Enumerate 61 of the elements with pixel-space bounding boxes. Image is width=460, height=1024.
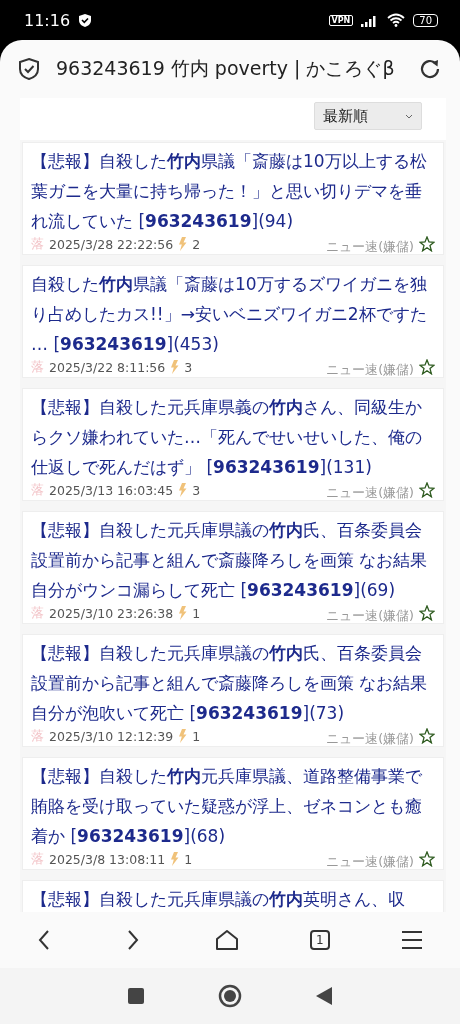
home-button[interactable] bbox=[218, 984, 242, 1008]
fallen-label: 落 bbox=[31, 235, 44, 253]
star-icon[interactable] bbox=[419, 851, 435, 867]
boost-count: 3 bbox=[192, 482, 201, 498]
back-icon[interactable] bbox=[37, 929, 52, 951]
board-name: ニュー速(嫌儲) bbox=[326, 238, 414, 256]
fallen-label: 落 bbox=[31, 481, 44, 499]
thread-title-link[interactable]: 【悲報】自殺した竹内元兵庫県議、道路整備事業で賄賂を受け取っていた疑惑が浮上、ゼネコンとも癒着か [963243619](68) bbox=[31, 761, 435, 851]
battery-indicator: 70 bbox=[413, 13, 438, 27]
thread-title-link[interactable]: 【悲報】自殺した元兵庫県議の竹内英明さん、収 bbox=[31, 884, 435, 912]
sort-dropdown[interactable]: 最新順 bbox=[314, 102, 422, 130]
page-title[interactable]: 963243619 竹内 poverty | かころぐβ bbox=[56, 56, 402, 82]
board-name: ニュー速(嫌儲) bbox=[326, 361, 414, 379]
forward-icon[interactable] bbox=[126, 929, 141, 951]
board-name: ニュー速(嫌儲) bbox=[326, 484, 414, 502]
fallen-label: 落 bbox=[31, 727, 44, 745]
menu-icon[interactable] bbox=[400, 930, 423, 950]
boost-count: 1 bbox=[184, 851, 193, 867]
wifi-icon bbox=[387, 13, 406, 27]
star-icon[interactable] bbox=[419, 605, 435, 621]
post-date: 2025/3/28 22:22:56 bbox=[49, 236, 174, 252]
caret-icon bbox=[405, 113, 413, 119]
vpn-indicator: VPN bbox=[328, 14, 354, 26]
board-name: ニュー速(嫌儲) bbox=[326, 607, 414, 625]
lightning-icon bbox=[178, 237, 188, 251]
boost-count: 1 bbox=[192, 728, 201, 744]
post-date: 2025/3/10 23:26:38 bbox=[49, 605, 174, 621]
thread-title-link[interactable]: 自殺した竹内県議「斎藤は10万するズワイガニを独り占めしたカス!!」→安いベニズワイガニ2杯ですた… [963243619](453) bbox=[31, 269, 435, 359]
star-icon[interactable] bbox=[419, 728, 435, 744]
lightning-icon bbox=[170, 360, 180, 374]
fallen-label: 落 bbox=[31, 850, 44, 868]
post-date: 2025/3/10 12:12:39 bbox=[49, 728, 174, 744]
lightning-icon bbox=[178, 729, 188, 743]
post-date: 2025/3/13 16:03:45 bbox=[49, 482, 174, 498]
lightning-icon bbox=[170, 852, 180, 866]
thread-title-link[interactable]: 【悲報】自殺した元兵庫県義の竹内さん、同級生からクソ嫌われていた…「死んでせいせいした、俺の仕返しで死んだはず」 [963243619](131) bbox=[31, 392, 435, 482]
thread-title-link[interactable]: 【悲報】自殺した竹内県議「斎藤は10万以上する松葉ガニを大量に持ち帰った！」と思い切りデマを垂れ流していた [963243619](94) bbox=[31, 146, 435, 236]
star-icon[interactable] bbox=[419, 236, 435, 252]
clock: 11:16 bbox=[24, 10, 71, 30]
star-icon[interactable] bbox=[419, 359, 435, 375]
board-name: ニュー速(嫌儲) bbox=[326, 730, 414, 748]
star-icon[interactable] bbox=[419, 482, 435, 498]
shield-check-icon[interactable] bbox=[18, 57, 40, 81]
home-icon[interactable] bbox=[215, 929, 239, 951]
boost-count: 3 bbox=[184, 359, 193, 375]
fallen-label: 落 bbox=[31, 358, 44, 376]
back-button[interactable] bbox=[315, 986, 334, 1006]
lightning-icon bbox=[178, 606, 188, 620]
tabs-button[interactable]: 1 bbox=[309, 930, 330, 950]
shield-icon bbox=[78, 12, 93, 28]
boost-count: 2 bbox=[192, 236, 201, 252]
lightning-icon bbox=[178, 483, 188, 497]
recents-button[interactable] bbox=[126, 987, 145, 1005]
board-name: ニュー速(嫌儲) bbox=[326, 853, 414, 871]
post-date: 2025/3/22 8:11:56 bbox=[49, 359, 166, 375]
post-date: 2025/3/8 13:08:11 bbox=[49, 851, 166, 867]
fallen-label: 落 bbox=[31, 604, 44, 622]
thread-title-link[interactable]: 【悲報】自殺した元兵庫県議の竹内氏、百条委員会設置前から記事と組んで斎藤降ろしを画策 なお結果自分がウンコ漏らして死亡 [963243619](69) bbox=[31, 515, 435, 605]
boost-count: 1 bbox=[192, 605, 201, 621]
reload-icon[interactable] bbox=[418, 57, 442, 81]
thread-title-link[interactable]: 【悲報】自殺した元兵庫県議の竹内氏、百条委員会設置前から記事と組んで斎藤降ろしを画策 なお結果自分が泡吹いて死亡 [963243619](73) bbox=[31, 638, 435, 728]
